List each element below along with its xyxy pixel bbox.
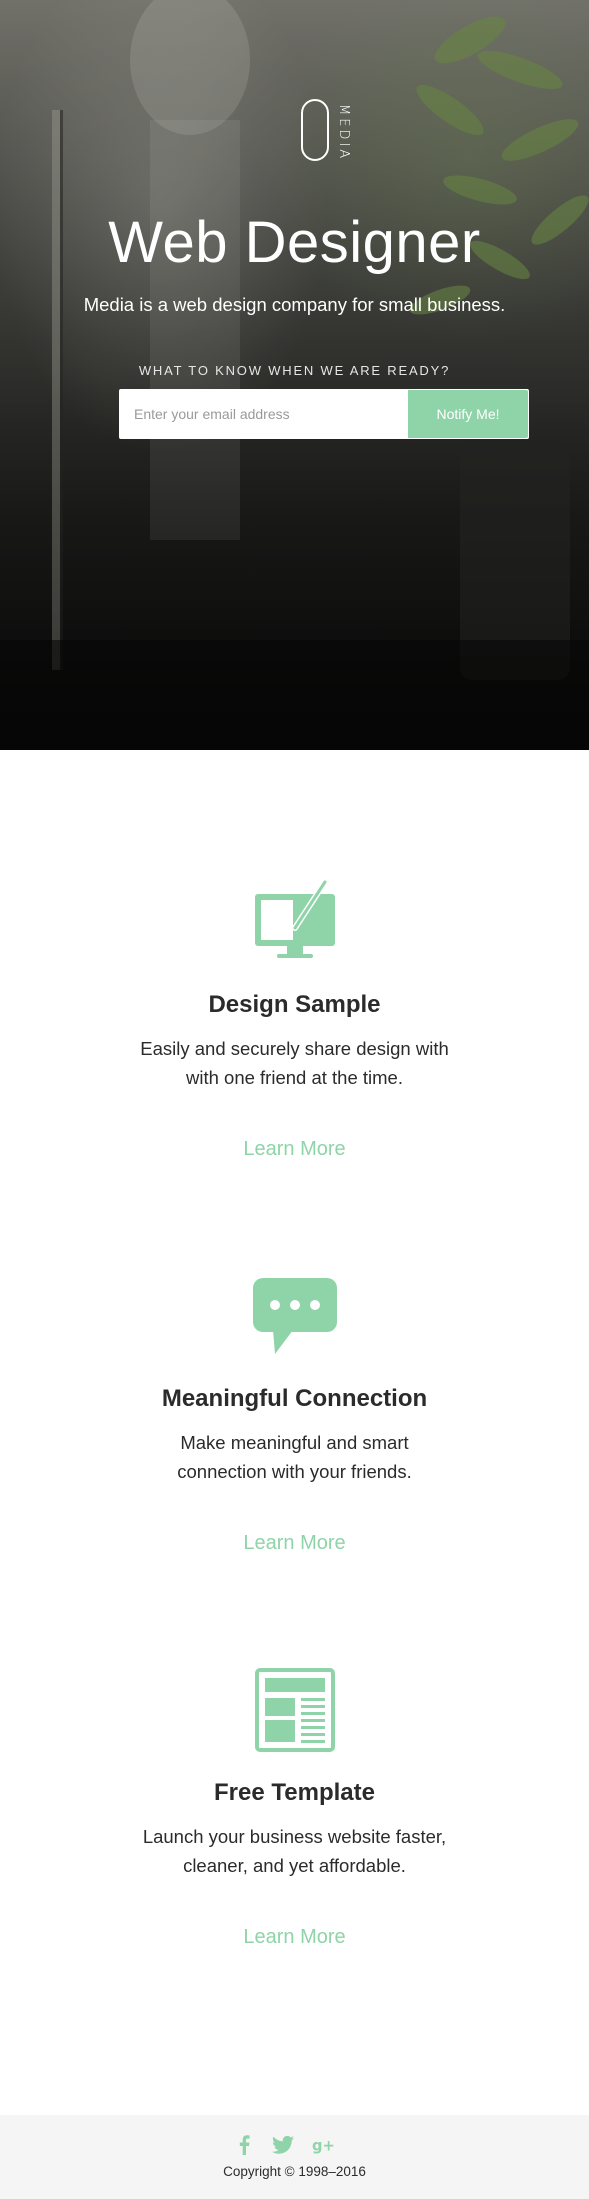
media-logo-icon [301, 99, 329, 161]
logo-text: MEDIA [336, 104, 351, 162]
feature-design-sample: Design Sample Easily and securely share … [0, 880, 589, 1162]
google-plus-icon[interactable]: g+ [312, 2135, 335, 2160]
feature-description: Make meaningful and smart connection wit… [177, 1432, 412, 1482]
copyright-text: Copyright © 1998–2016 [223, 2164, 366, 2179]
facebook-icon[interactable] [237, 2135, 251, 2160]
svg-text:g+: g+ [312, 2138, 334, 2155]
footer: g+ Copyright © 1998–2016 [0, 2115, 589, 2199]
signup-form: Notify Me! [119, 389, 529, 439]
features-section: Design Sample Easily and securely share … [0, 750, 589, 2115]
hero-subtitle: Media is a web design company for small … [83, 294, 506, 315]
monitor-pen-icon [254, 880, 335, 958]
notify-me-button[interactable]: Notify Me! [408, 390, 528, 438]
social-links: g+ [0, 2135, 589, 2157]
email-input[interactable] [120, 390, 408, 438]
feature-title: Free Template [214, 1779, 375, 1806]
signup-prompt: WHAT TO KNOW WHEN WE ARE READY? [138, 363, 451, 378]
feature-free-template: Free Template Launch your business websi… [0, 1668, 589, 1950]
feature-title: Meaningful Connection [161, 1385, 428, 1412]
learn-more-link[interactable]: Learn More [243, 1530, 345, 1556]
feature-description: Launch your business website faster, cle… [142, 1826, 447, 1876]
twitter-icon[interactable] [272, 2135, 294, 2160]
newspaper-template-icon [254, 1668, 335, 1752]
feature-title: Design Sample [208, 991, 381, 1018]
learn-more-link[interactable]: Learn More [243, 1136, 345, 1162]
learn-more-link[interactable]: Learn More [243, 1924, 345, 1950]
feature-meaningful-connection: Meaningful Connection Make meaningful an… [0, 1274, 589, 1556]
hero-section: MEDIA Web Designer Media is a web design… [0, 0, 589, 750]
feature-description: Easily and securely share design with wi… [140, 1038, 449, 1088]
hero-title: Web Designer [108, 210, 481, 275]
chat-bubble-icon [252, 1278, 337, 1354]
